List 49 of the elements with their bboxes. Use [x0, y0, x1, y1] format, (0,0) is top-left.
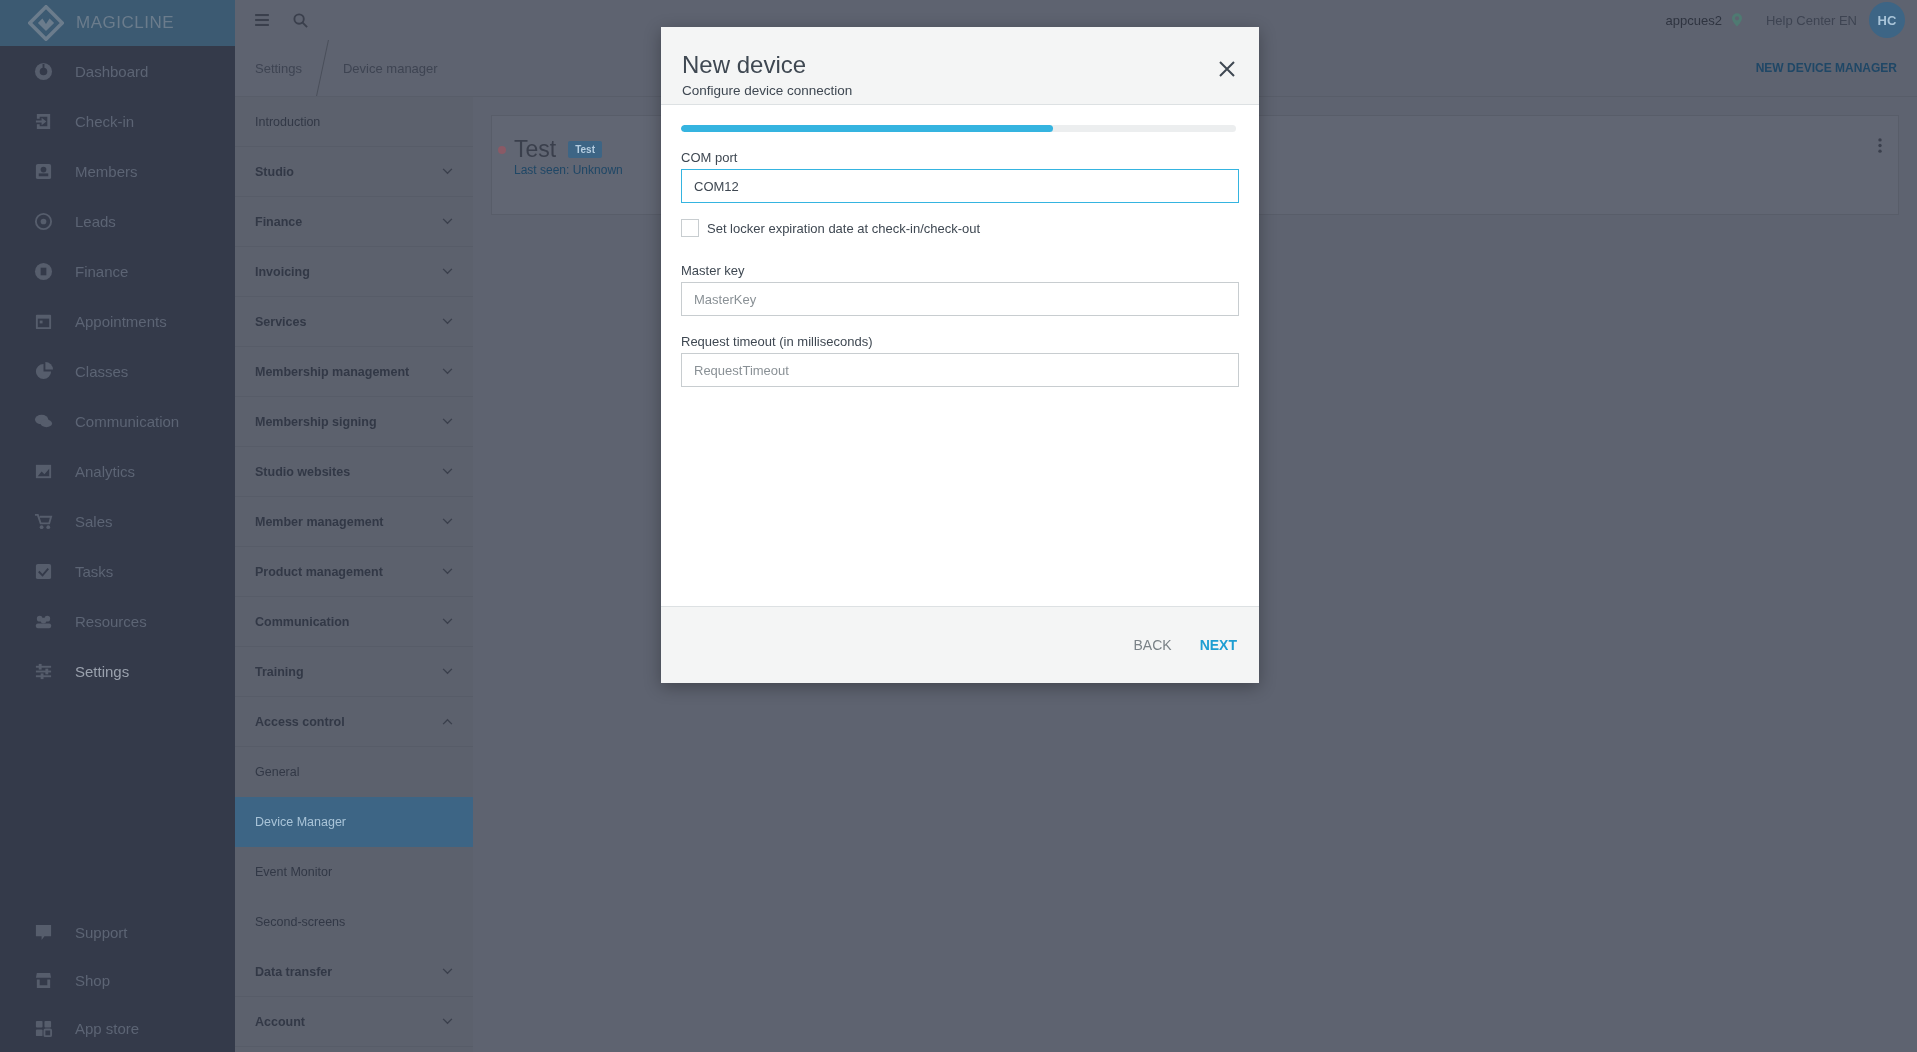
sliders-icon [34, 661, 53, 681]
chevron-down-icon [442, 468, 453, 475]
enter-icon [34, 111, 53, 131]
checkbox[interactable] [681, 219, 699, 237]
close-icon [1219, 61, 1235, 77]
chevron-down-icon [442, 668, 453, 675]
logo-icon [28, 5, 64, 41]
checkbox-icon [34, 561, 53, 581]
chevron-down-icon [442, 218, 453, 225]
chevron-up-icon [442, 718, 453, 725]
checkbox-label[interactable]: Set locker expiration date at check-in/check-out [707, 220, 981, 236]
chevron-down-icon [442, 418, 453, 425]
chevron-down-icon [442, 968, 453, 975]
target-icon [34, 211, 53, 231]
grid-icon [34, 1018, 53, 1038]
coin-icon [34, 261, 53, 281]
back-button[interactable]: BACK [1125, 629, 1180, 661]
settings-menu-item[interactable]: Device Manager [235, 797, 473, 847]
field-label: Master key [681, 263, 746, 278]
chevron-down-icon [442, 568, 453, 575]
menu-icon [255, 14, 269, 26]
chevron-down-icon [442, 1018, 453, 1025]
store-icon [34, 970, 53, 990]
pie-icon [34, 361, 53, 381]
chevron-down-icon [442, 518, 453, 525]
more-options-icon [1878, 138, 1882, 153]
nav-item[interactable]: Settings [0, 646, 235, 696]
input-field[interactable]: RequestTimeout [681, 353, 1239, 387]
field-label: COM port [681, 150, 739, 165]
dialog-subtitle: Configure device connection [682, 83, 853, 98]
cart-icon [34, 511, 53, 531]
last-seen-text: Last seen: Unknown [513, 163, 623, 177]
new-device-manager-link[interactable]: NEW DEVICE MANAGER [1755, 61, 1917, 75]
device-tag: Test [568, 141, 602, 158]
chevron-down-icon [442, 318, 453, 325]
question-bubble-icon [34, 922, 53, 942]
chevron-down-icon [442, 368, 453, 375]
chevron-down-icon [442, 618, 453, 625]
search-icon [293, 12, 308, 28]
contact-card-icon [34, 161, 53, 181]
user-avatar[interactable]: HC [1869, 2, 1905, 38]
input-field[interactable]: MasterKey [681, 282, 1239, 316]
chevron-down-icon [442, 168, 453, 175]
input-field[interactable]: COM12 [681, 169, 1239, 203]
dialog-title: New device [682, 51, 808, 79]
field-label: Request timeout (in milliseconds) [681, 334, 874, 349]
chevron-down-icon [442, 268, 453, 275]
next-button[interactable]: NEXT [1191, 629, 1245, 661]
gauge-icon [34, 61, 53, 81]
